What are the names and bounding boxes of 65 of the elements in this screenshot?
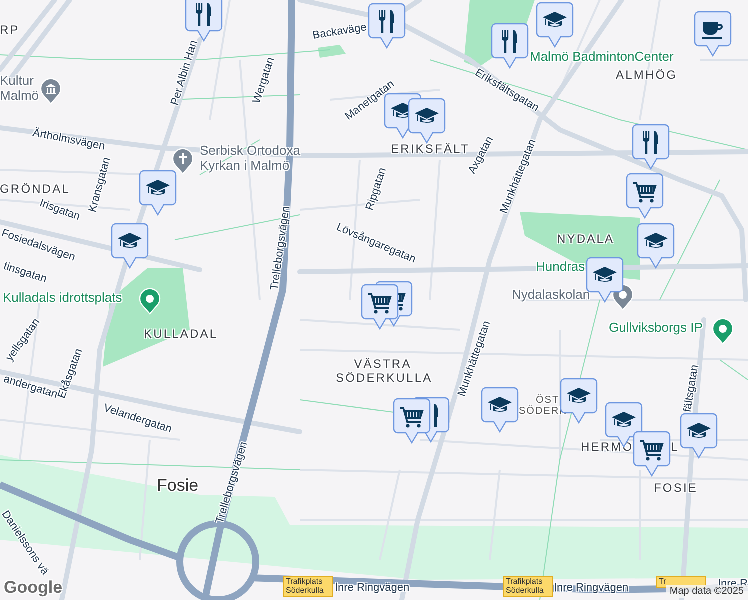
- district-name: GRÖNDAL: [0, 183, 71, 197]
- street-name: Per Albin Han: [168, 38, 201, 107]
- coffee-cup-icon: [702, 22, 723, 39]
- shopping-cart-icon: [633, 182, 657, 203]
- place-name: Malmö BadmintonCenter: [530, 50, 674, 64]
- map-marker[interactable]: [139, 170, 177, 217]
- place-name: Fosie: [157, 476, 199, 496]
- district-name: VÄSTRA SÖDERKULLA: [336, 358, 430, 386]
- street-name: fältsgatan: [682, 364, 702, 413]
- place-name: Nydalaskolan: [512, 288, 590, 302]
- graduation-cap-icon: [612, 412, 636, 427]
- district-name: FOSIE: [654, 482, 698, 496]
- graduation-cap-icon: [543, 12, 567, 27]
- place-name: Kultur Malmö: [0, 74, 40, 104]
- graduation-cap-icon: [687, 423, 711, 438]
- location-pin-icon[interactable]: [712, 318, 734, 345]
- graduation-cap-icon: [488, 397, 512, 412]
- district-name: L: [671, 441, 680, 455]
- shopping-cart-icon: [368, 293, 392, 314]
- map-logo[interactable]: Google: [4, 578, 63, 598]
- fork-and-knife-icon: [196, 3, 212, 26]
- district-name: ALMHÖG: [616, 69, 678, 83]
- map-marker[interactable]: [111, 223, 149, 270]
- map-marker[interactable]: [633, 431, 671, 478]
- fork-and-knife-icon: [643, 131, 658, 154]
- map-marker[interactable]: [361, 284, 399, 331]
- map-marker[interactable]: [680, 413, 718, 460]
- map-marker[interactable]: [393, 398, 431, 445]
- district-name: ERIKSFÄLT: [391, 143, 470, 156]
- map-marker[interactable]: [694, 11, 732, 58]
- street-name: Backaväge: [312, 21, 368, 42]
- graduation-cap-icon: [644, 233, 668, 248]
- map-marker[interactable]: [637, 223, 675, 270]
- graduation-cap-icon: [118, 233, 142, 248]
- road-sign: Trafikplats Söderkulla: [283, 576, 333, 597]
- location-pin-icon[interactable]: [139, 288, 161, 315]
- graduation-cap-icon: [567, 388, 591, 403]
- map-marker[interactable]: [491, 23, 529, 70]
- district-name: ÖST: [536, 395, 560, 406]
- map-attribution: Map data ©2025: [666, 585, 748, 598]
- district-name: NYDALA: [557, 233, 615, 247]
- shopping-cart-icon: [400, 407, 424, 428]
- park-area: [318, 45, 346, 58]
- district-name: KULLADAL: [144, 328, 218, 342]
- road-sign: Trafikplats Söderkulla: [503, 576, 553, 597]
- graduation-cap-icon: [146, 180, 170, 195]
- fork-and-knife-icon: [379, 10, 394, 33]
- graduation-cap-icon: [415, 108, 439, 123]
- map-marker[interactable]: [368, 3, 406, 50]
- place-name: Kulladals idrottsplats: [3, 290, 122, 306]
- place-name: Hundras: [536, 260, 586, 274]
- map-marker[interactable]: [185, 0, 223, 43]
- shopping-cart-icon: [640, 440, 664, 461]
- map-marker[interactable]: [408, 98, 446, 145]
- district-name: RP: [0, 24, 20, 38]
- fork-and-knife-icon: [502, 30, 518, 53]
- museum-icon[interactable]: [40, 78, 62, 105]
- graduation-cap-icon: [593, 267, 617, 282]
- map-marker[interactable]: [632, 124, 670, 171]
- map-marker[interactable]: [626, 173, 664, 220]
- cross-pin-icon[interactable]: [172, 148, 194, 175]
- place-name: Gullviksborgs IP: [609, 320, 703, 336]
- map-marker[interactable]: [536, 2, 574, 49]
- street-name: Inre Ringvägen: [335, 582, 410, 594]
- district-name: HERMO: [581, 441, 634, 455]
